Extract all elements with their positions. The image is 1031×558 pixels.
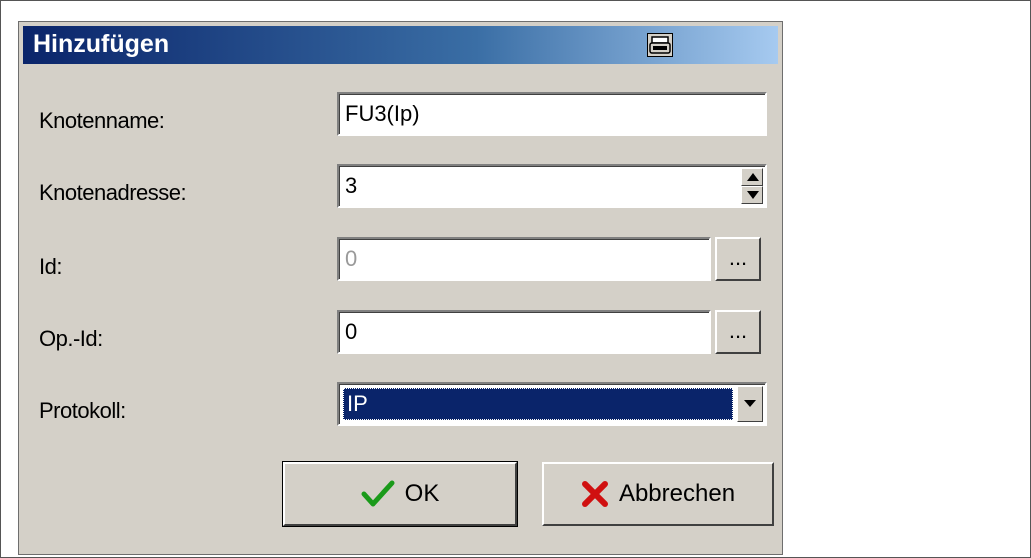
arrow-up-icon bbox=[747, 173, 759, 181]
op-id-input[interactable] bbox=[345, 316, 705, 348]
keyboard-icon[interactable] bbox=[647, 33, 673, 57]
knotenadresse-stepper[interactable] bbox=[337, 164, 767, 208]
op-id-field[interactable] bbox=[337, 310, 711, 354]
protokoll-dropdown-button[interactable] bbox=[737, 386, 763, 422]
spin-up-button[interactable] bbox=[741, 168, 763, 186]
knotenname-field[interactable] bbox=[337, 92, 767, 136]
knotenadresse-label: Knotenadresse: bbox=[39, 180, 187, 205]
knotenname-input[interactable] bbox=[345, 98, 761, 130]
knotenadresse-input[interactable] bbox=[345, 170, 735, 202]
ok-button[interactable]: OK bbox=[283, 462, 517, 526]
id-field bbox=[337, 237, 711, 281]
add-node-dialog: Hinzufügen Knotenname: Knotenadresse: Id… bbox=[19, 22, 782, 554]
op-id-label: Op.-Id: bbox=[39, 326, 103, 351]
knotenname-label: Knotenname: bbox=[39, 108, 165, 133]
title-bar[interactable]: Hinzufügen bbox=[23, 26, 778, 64]
cancel-label: Abbrechen bbox=[618, 480, 736, 507]
checkmark-icon bbox=[361, 480, 395, 507]
id-input bbox=[345, 243, 705, 275]
dialog-title: Hinzufügen bbox=[33, 30, 170, 58]
chevron-down-icon bbox=[744, 400, 756, 407]
protokoll-label: Protokoll: bbox=[39, 398, 126, 423]
id-label: Id: bbox=[39, 254, 62, 279]
protokoll-selected-value[interactable]: IP bbox=[343, 388, 733, 420]
cancel-button[interactable]: Abbrechen bbox=[542, 462, 774, 526]
x-icon bbox=[581, 481, 608, 507]
protokoll-select[interactable]: IP bbox=[337, 382, 767, 426]
arrow-down-icon bbox=[747, 191, 759, 199]
spin-down-button[interactable] bbox=[741, 186, 763, 204]
spin-buttons bbox=[741, 168, 763, 204]
op-id-browse-button[interactable]: ... bbox=[715, 310, 761, 354]
ok-label: OK bbox=[404, 480, 440, 507]
id-browse-button[interactable]: ... bbox=[715, 237, 761, 281]
